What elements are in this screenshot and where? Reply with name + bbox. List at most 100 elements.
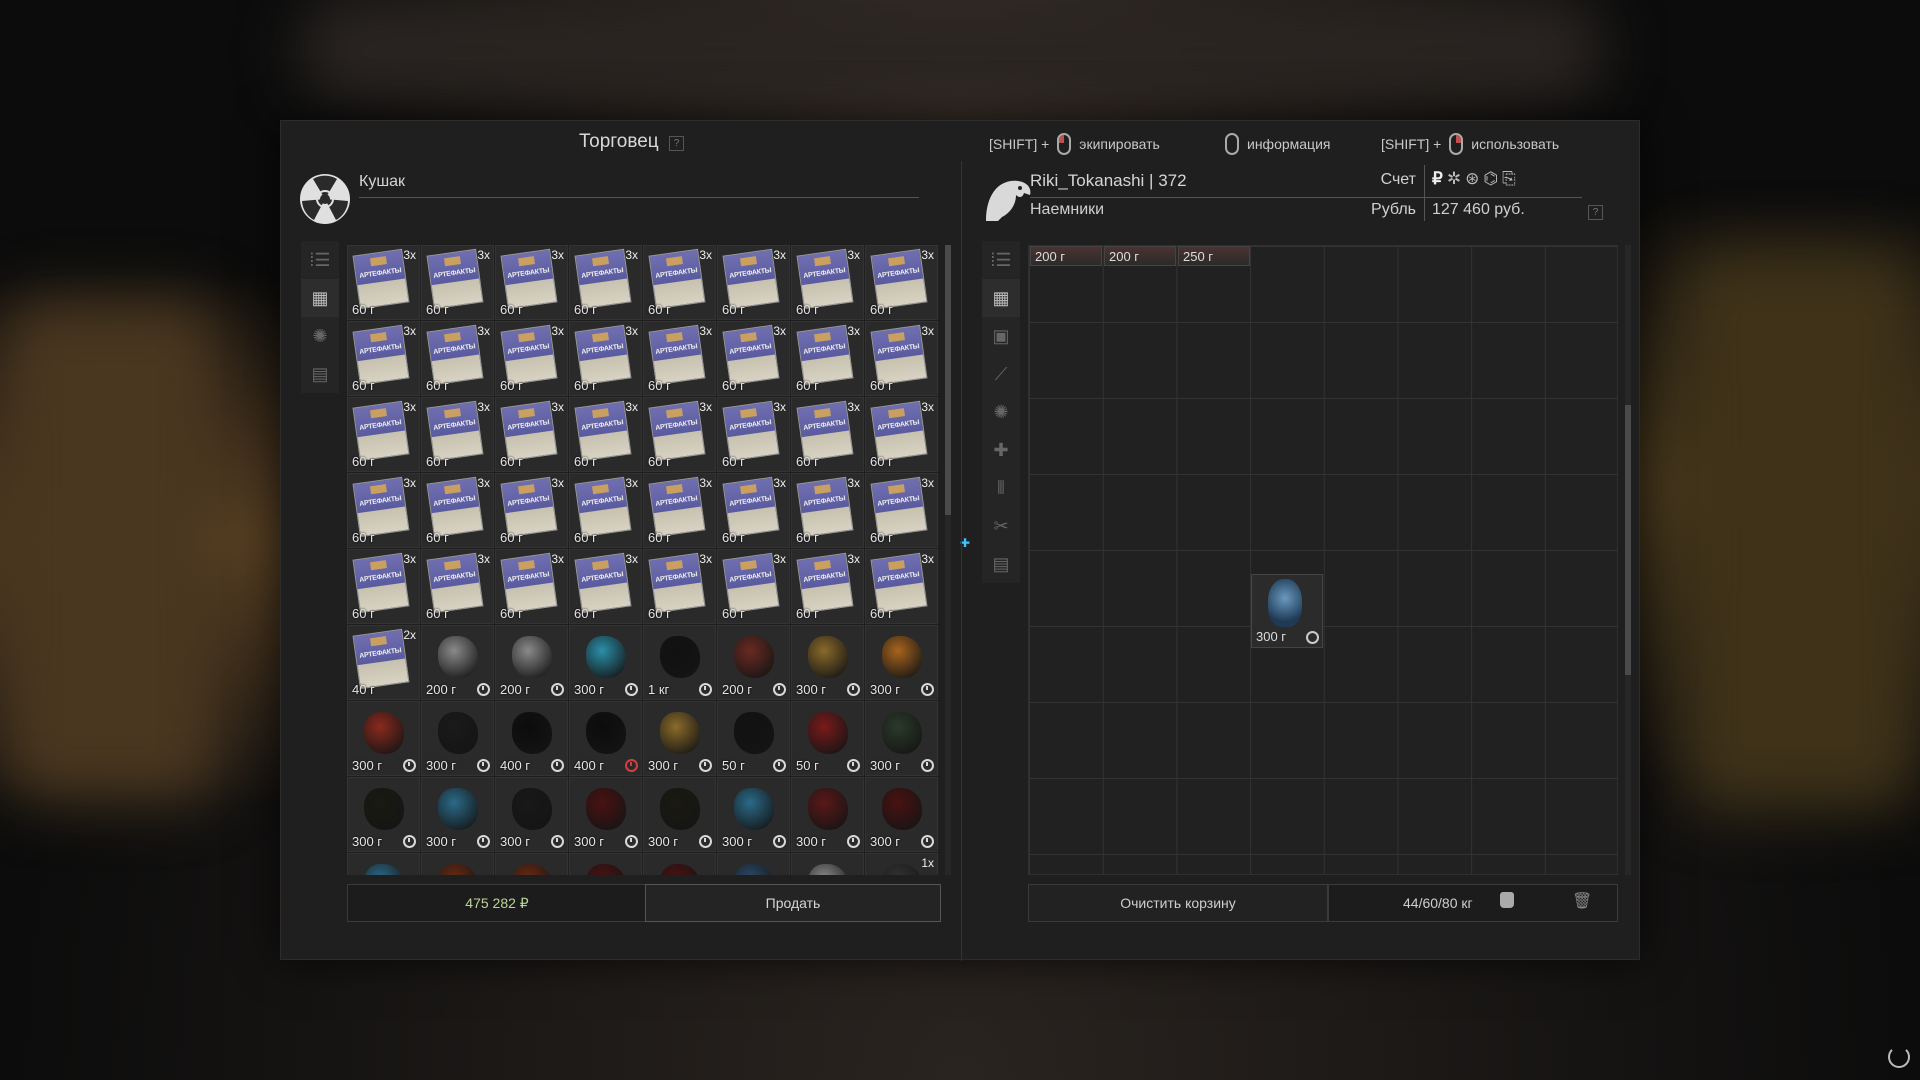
trader-item[interactable]: 3x 60 г (865, 245, 938, 320)
trader-item[interactable]: 3x 60 г (347, 473, 420, 548)
trader-item[interactable]: 3x 60 г (643, 473, 716, 548)
card-currency-icon[interactable]: ⎘ (1502, 169, 1516, 189)
trader-item[interactable]: 300 г (643, 777, 716, 852)
trader-item[interactable]: 300 г (791, 625, 864, 700)
box-icon[interactable]: ▤ (301, 355, 339, 393)
trader-item[interactable]: 3x 60 г (569, 321, 642, 396)
trader-scrollbar[interactable] (945, 245, 951, 875)
trader-item[interactable]: 3x 60 г (569, 397, 642, 472)
trader-item[interactable]: 3x 60 г (347, 245, 420, 320)
grid-icon[interactable]: ▦ (301, 279, 339, 317)
trader-item[interactable] (569, 853, 642, 875)
trader-item[interactable]: 3x 60 г (495, 245, 568, 320)
trader-item[interactable]: 3x 60 г (717, 245, 790, 320)
trader-item[interactable]: 3x 60 г (347, 549, 420, 624)
trader-item[interactable]: 3x 60 г (791, 549, 864, 624)
trader-item[interactable]: 3x 60 г (865, 397, 938, 472)
trader-item[interactable]: 3x 60 г (717, 321, 790, 396)
help-icon[interactable]: ? (1588, 205, 1603, 220)
sort-icon[interactable]: ⁞☰ (982, 241, 1020, 279)
trader-item[interactable]: 300 г (421, 701, 494, 776)
stash-item[interactable]: 200 г (1104, 246, 1176, 266)
box-icon[interactable]: ▤ (982, 545, 1020, 583)
trader-item[interactable]: 300 г (865, 625, 938, 700)
trader-item[interactable]: 3x 60 г (347, 397, 420, 472)
trader-item[interactable]: 400 г (569, 701, 642, 776)
trader-item[interactable]: 3x 60 г (717, 473, 790, 548)
trader-item[interactable]: 3x 60 г (495, 549, 568, 624)
trader-item[interactable]: 3x 60 г (421, 321, 494, 396)
trader-item[interactable] (643, 853, 716, 875)
trader-item[interactable]: 3x 60 г (643, 245, 716, 320)
trader-item[interactable]: 3x 60 г (569, 245, 642, 320)
trader-item[interactable]: 3x 60 г (421, 549, 494, 624)
trader-item[interactable]: 3x 60 г (643, 549, 716, 624)
trader-item[interactable]: 300 г (717, 777, 790, 852)
trader-item[interactable]: 3x 60 г (791, 245, 864, 320)
trader-item[interactable] (791, 853, 864, 875)
trader-item[interactable]: 3x 60 г (421, 397, 494, 472)
trader-item[interactable] (421, 853, 494, 875)
trader-item[interactable]: 300 г (569, 777, 642, 852)
sort-icon[interactable]: ⁞☰ (301, 241, 339, 279)
gear-currency-icon[interactable]: ✲ (1447, 169, 1461, 189)
tools-icon[interactable]: ✂ (982, 507, 1020, 545)
stash-item[interactable]: 300 г (1251, 574, 1323, 648)
trader-item[interactable]: 3x 60 г (791, 321, 864, 396)
trader-item[interactable]: 3x 60 г (865, 321, 938, 396)
trader-item[interactable] (347, 853, 420, 875)
stash-item[interactable]: 200 г (1030, 246, 1102, 266)
trader-item[interactable]: 200 г (495, 625, 568, 700)
trader-item[interactable]: 300 г (347, 701, 420, 776)
trader-item[interactable]: 3x 60 г (421, 473, 494, 548)
trader-item[interactable]: 300 г (495, 777, 568, 852)
grid-icon[interactable]: ▦ (982, 279, 1020, 317)
trader-item[interactable]: 400 г (495, 701, 568, 776)
trader-item[interactable]: 3x 60 г (865, 549, 938, 624)
medal-currency-icon[interactable]: ⌬ (1483, 169, 1498, 189)
trader-item[interactable]: 3x 60 г (495, 397, 568, 472)
trader-item[interactable]: 300 г (865, 701, 938, 776)
trader-item[interactable]: 1x (865, 853, 938, 875)
clear-cart-button[interactable]: Очистить корзину (1028, 884, 1328, 922)
trader-item[interactable]: 2x 40 г (347, 625, 420, 700)
trader-item[interactable]: 50 г (717, 701, 790, 776)
sell-button[interactable]: Продать (645, 884, 941, 922)
trader-item[interactable] (495, 853, 568, 875)
trader-item[interactable]: 3x 60 г (791, 397, 864, 472)
ruble-icon[interactable]: ₽ (1432, 169, 1443, 189)
trader-item[interactable]: 3x 60 г (421, 245, 494, 320)
trader-item[interactable]: 3x 60 г (717, 397, 790, 472)
trader-item[interactable]: 3x 60 г (717, 549, 790, 624)
trader-item[interactable]: 300 г (643, 701, 716, 776)
trader-item[interactable]: 300 г (865, 777, 938, 852)
trader-item[interactable]: 300 г (347, 777, 420, 852)
trader-item[interactable]: 3x 60 г (791, 473, 864, 548)
trader-item[interactable]: 300 г (791, 777, 864, 852)
stash-item[interactable]: 250 г (1178, 246, 1250, 266)
medkit-icon[interactable]: ✚ (982, 431, 1020, 469)
backpack-icon[interactable]: ▣ (982, 317, 1020, 355)
trader-item[interactable]: 1 кг (643, 625, 716, 700)
trader-item[interactable]: 3x 60 г (569, 473, 642, 548)
trash-icon[interactable]: 🗑 (1572, 891, 1592, 910)
help-icon[interactable]: ? (669, 136, 684, 151)
trader-item[interactable]: 200 г (421, 625, 494, 700)
trader-item[interactable]: 3x 60 г (495, 321, 568, 396)
ammo-icon[interactable]: ⦀ (982, 469, 1020, 507)
trader-item[interactable]: 3x 60 г (347, 321, 420, 396)
trader-item[interactable]: 300 г (569, 625, 642, 700)
coin-currency-icon[interactable]: ⊛ (1465, 169, 1479, 189)
trader-item[interactable]: 3x 60 г (865, 473, 938, 548)
trader-item[interactable]: 3x 60 г (643, 397, 716, 472)
artifact-icon[interactable]: ✺ (301, 317, 339, 355)
trader-item[interactable]: 3x 60 г (495, 473, 568, 548)
trader-item[interactable]: 3x 60 г (643, 321, 716, 396)
artifact-icon[interactable]: ✺ (982, 393, 1020, 431)
trader-item[interactable] (717, 853, 790, 875)
trader-item[interactable]: 200 г (717, 625, 790, 700)
stash-scrollbar[interactable] (1625, 245, 1631, 875)
rifle-icon[interactable]: ⟋ (982, 355, 1020, 393)
trader-item[interactable]: 3x 60 г (569, 549, 642, 624)
trader-item[interactable]: 50 г (791, 701, 864, 776)
